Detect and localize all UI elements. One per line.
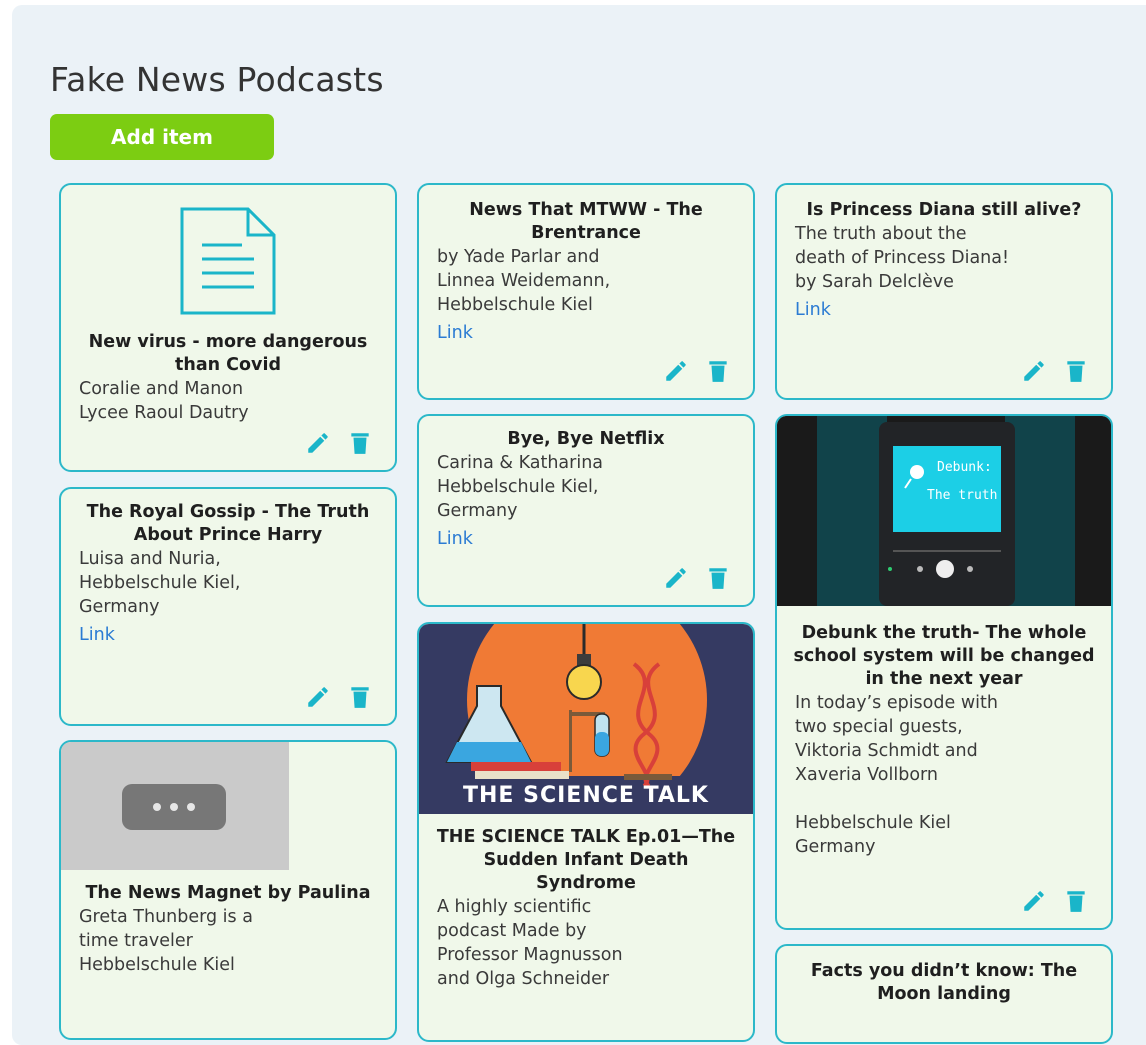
trash-icon[interactable] [347, 684, 373, 714]
pencil-icon[interactable] [1021, 888, 1047, 918]
card-description: Luisa and Nuria, Hebbelschule Kiel, Germ… [79, 549, 241, 617]
trash-icon[interactable] [705, 565, 731, 595]
pencil-icon[interactable] [663, 358, 689, 388]
card-title: News That MTWW - The Brentrance [469, 200, 703, 243]
document-icon [61, 205, 395, 317]
card-bye-bye-netflix[interactable]: Bye, Bye Netflix Carina & Katharina Hebb… [417, 414, 755, 607]
cover-banner-text: THE SCIENCE TALK [463, 783, 709, 808]
add-item-button[interactable]: Add item [50, 114, 274, 160]
card-science-talk[interactable]: THE SCIENCE TALK THE SCIENCE TALK Ep.01—… [417, 622, 755, 1042]
card-title: Debunk the truth- The whole school syste… [793, 623, 1095, 689]
phone-screenshot-illustration [777, 416, 1111, 606]
card-title: THE SCIENCE TALK Ep.01—The Sudden Infant… [436, 827, 736, 893]
card-title: The News Magnet by Paulina [85, 883, 371, 903]
ellipsis-icon [122, 784, 226, 830]
card-description: Coralie and Manon Lycee Raoul Dautry [79, 379, 249, 423]
card-description: by Yade Parlar and Linnea Weidemann, Heb… [437, 247, 611, 315]
card-title: New virus - more dangerous than Covid [88, 332, 368, 375]
card-link[interactable]: Link [437, 323, 735, 343]
card-description: The truth about the death of Princess Di… [795, 224, 1010, 292]
video-thumbnail[interactable] [61, 742, 289, 870]
card-description: Carina & Katharina Hebbelschule Kiel, Ge… [437, 453, 604, 521]
card-link[interactable]: Link [795, 300, 1093, 320]
card-news-that-mtww[interactable]: News That MTWW - The Brentrance by Yade … [417, 183, 755, 400]
card-description: In today’s episode with two special gues… [795, 693, 998, 857]
card-link[interactable]: Link [79, 625, 377, 645]
card-news-magnet[interactable]: The News Magnet by Paulina Greta Thunber… [59, 740, 397, 1040]
pencil-icon[interactable] [663, 565, 689, 595]
trash-icon[interactable] [1063, 358, 1089, 388]
card-link[interactable]: Link [437, 529, 735, 549]
cover-text-line-1: Debunk: [937, 460, 992, 475]
podcast-cover-image: THE SCIENCE TALK [419, 624, 753, 814]
card-new-virus[interactable]: New virus - more dangerous than Covid Co… [59, 183, 397, 472]
trash-icon[interactable] [705, 358, 731, 388]
pencil-icon[interactable] [1021, 358, 1047, 388]
pencil-icon[interactable] [305, 430, 331, 460]
card-moon-landing[interactable]: Facts you didn’t know: The Moon landing [775, 944, 1113, 1044]
card-title: The Royal Gossip - The Truth About Princ… [86, 502, 370, 545]
trash-icon[interactable] [1063, 888, 1089, 918]
card-description: Greta Thunberg is a time traveler Hebbel… [79, 907, 253, 975]
card-title: Is Princess Diana still alive? [806, 200, 1082, 220]
card-princess-diana[interactable]: Is Princess Diana still alive? The truth… [775, 183, 1113, 400]
card-title: Facts you didn’t know: The Moon landing [810, 961, 1078, 1004]
card-debunk-the-truth[interactable]: Debunk: The truth Debunk the truth- The … [775, 414, 1113, 930]
trash-icon[interactable] [347, 430, 373, 460]
podcast-cover-image: Debunk: The truth [777, 416, 1111, 606]
card-royal-gossip[interactable]: The Royal Gossip - The Truth About Princ… [59, 487, 397, 726]
cover-text-line-2: The truth [927, 488, 998, 503]
page-title: Fake News Podcasts [50, 60, 384, 99]
pencil-icon[interactable] [305, 684, 331, 714]
card-description: A highly scientific podcast Made by Prof… [437, 897, 623, 989]
card-title: Bye, Bye Netflix [507, 429, 665, 449]
